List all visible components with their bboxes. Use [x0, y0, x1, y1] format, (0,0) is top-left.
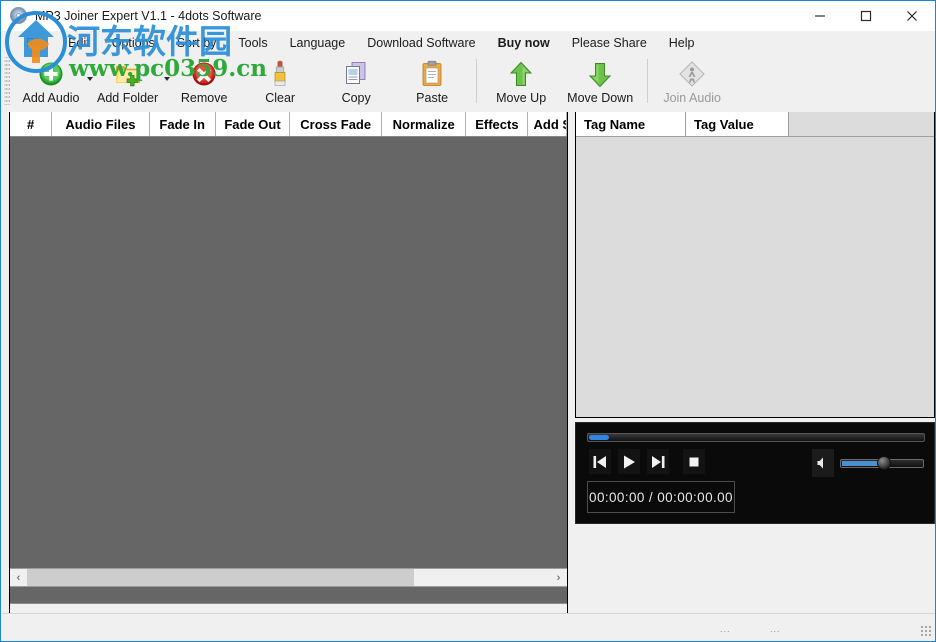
column-header-normalize[interactable]: Normalize [382, 112, 467, 136]
menu-item-tools[interactable]: Tools [227, 34, 278, 52]
tag-list[interactable]: Tag Name Tag Value [575, 111, 935, 418]
status-cell-2: ... [770, 624, 781, 634]
green-arrow-down-icon [588, 59, 612, 89]
add-folder-button[interactable]: Add Folder [89, 57, 171, 105]
join-audio-icon [678, 59, 706, 89]
paste-label: Paste [416, 91, 449, 105]
volume-control [812, 449, 924, 477]
application-window: MP3 Joiner Expert V1.1 - 4dots Software … [0, 0, 936, 642]
speaker-button[interactable] [812, 449, 834, 477]
clear-button[interactable]: Clear [242, 57, 318, 105]
play-icon [624, 455, 635, 468]
move-down-label: Move Down [567, 91, 634, 105]
playback-time-display: 00:00:00 / 00:00:00.00 [587, 481, 735, 513]
volume-slider[interactable] [840, 455, 924, 470]
window-title: MP3 Joiner Expert V1.1 - 4dots Software [35, 9, 262, 23]
brush-icon [269, 59, 291, 89]
menu-item-language[interactable]: Language [279, 34, 357, 52]
move-up-button[interactable]: Move Up [483, 57, 559, 105]
toolbar-separator [476, 59, 478, 103]
file-list-body[interactable] [10, 137, 567, 559]
column-header-tag-value[interactable]: Tag Value [686, 112, 789, 137]
scrollbar-track[interactable] [27, 569, 550, 586]
scroll-right-arrow-icon[interactable]: › [550, 569, 567, 586]
stop-icon [689, 457, 699, 466]
menu-item-options[interactable]: Options [101, 34, 166, 52]
copy-button[interactable]: Copy [318, 57, 394, 105]
scroll-left-arrow-icon[interactable]: ‹ [10, 569, 27, 586]
join-audio-button[interactable]: Join Audio [654, 57, 730, 105]
move-down-button[interactable]: Move Down [559, 57, 641, 105]
window-resize-grip[interactable] [920, 625, 933, 638]
add-folder-label: Add Folder [97, 91, 159, 105]
remove-label: Remove [180, 91, 228, 105]
menu-item-please-share[interactable]: Please Share [561, 34, 658, 52]
menu-bar: File Edit Options Sort by Tools Language… [1, 31, 935, 55]
status-bar: ... ... [2, 613, 935, 640]
main-toolbar: Add Audio Add Folder Remove Clear Copy P… [1, 55, 935, 112]
toolbar-drag-grip[interactable] [4, 57, 10, 105]
next-track-button[interactable] [647, 449, 669, 474]
copy-label: Copy [341, 91, 371, 105]
seek-slider[interactable] [587, 433, 925, 442]
clipboard-paste-icon [420, 59, 444, 89]
join-audio-label: Join Audio [663, 91, 721, 105]
seek-thumb[interactable] [589, 435, 609, 440]
speaker-icon [817, 457, 823, 469]
volume-fill [842, 460, 879, 466]
file-list-horizontal-scrollbar[interactable]: ‹ › [10, 568, 567, 586]
folder-plus-icon [114, 59, 142, 89]
column-header-fade-in[interactable]: Fade In [149, 112, 216, 136]
previous-track-button[interactable] [589, 449, 611, 474]
audio-player: 00:00:00 / 00:00:00.00 [575, 422, 935, 524]
skip-forward-icon [652, 455, 665, 468]
menu-item-download-software[interactable]: Download Software [356, 34, 486, 52]
move-up-label: Move Up [496, 91, 547, 105]
menu-item-file[interactable]: File [15, 34, 57, 52]
column-header-audio-files[interactable]: Audio Files [52, 112, 150, 136]
status-cell-1: ... [720, 624, 731, 634]
skip-back-icon [593, 455, 606, 468]
cd-disc-icon [9, 6, 29, 26]
column-header-effects[interactable]: Effects [466, 112, 529, 136]
column-header-index[interactable]: # [10, 112, 53, 136]
menu-item-buy-now[interactable]: Buy now [487, 34, 561, 52]
close-button[interactable] [889, 1, 935, 31]
red-x-circle-icon [191, 59, 217, 89]
toolbar-separator [647, 59, 649, 103]
player-transport-controls [589, 449, 705, 474]
paste-button[interactable]: Paste [394, 57, 470, 105]
add-audio-label: Add Audio [22, 91, 80, 105]
menu-item-sort-by[interactable]: Sort by [166, 34, 228, 52]
scrollbar-thumb[interactable] [27, 569, 415, 586]
file-list-header: # Audio Files Fade In Fade Out Cross Fad… [10, 112, 567, 137]
play-button[interactable] [618, 449, 640, 474]
column-header-fade-out[interactable]: Fade Out [215, 112, 291, 136]
title-bar: MP3 Joiner Expert V1.1 - 4dots Software [1, 1, 935, 31]
volume-knob[interactable] [877, 455, 892, 470]
add-audio-button[interactable]: Add Audio [13, 57, 93, 105]
column-header-tag-name[interactable]: Tag Name [576, 112, 686, 137]
remove-button[interactable]: Remove [166, 57, 242, 105]
minimize-button[interactable] [797, 1, 843, 31]
column-header-add-silence[interactable]: Add S [528, 112, 567, 136]
tag-list-header: Tag Name Tag Value [576, 112, 934, 137]
green-plus-circle-icon [38, 59, 64, 89]
window-controls [797, 1, 935, 31]
main-content: # Audio Files Fade In Fade Out Cross Fad… [1, 110, 935, 621]
audio-files-list[interactable]: # Audio Files Fade In Fade Out Cross Fad… [9, 111, 568, 621]
menu-item-help[interactable]: Help [658, 34, 706, 52]
column-header-cross-fade[interactable]: Cross Fade [290, 112, 383, 136]
menu-item-edit[interactable]: Edit [57, 34, 101, 52]
stop-button[interactable] [683, 449, 705, 474]
tag-header-filler [789, 112, 934, 137]
green-arrow-up-icon [509, 59, 533, 89]
copy-pages-icon [343, 59, 369, 89]
maximize-button[interactable] [843, 1, 889, 31]
clear-label: Clear [265, 91, 296, 105]
